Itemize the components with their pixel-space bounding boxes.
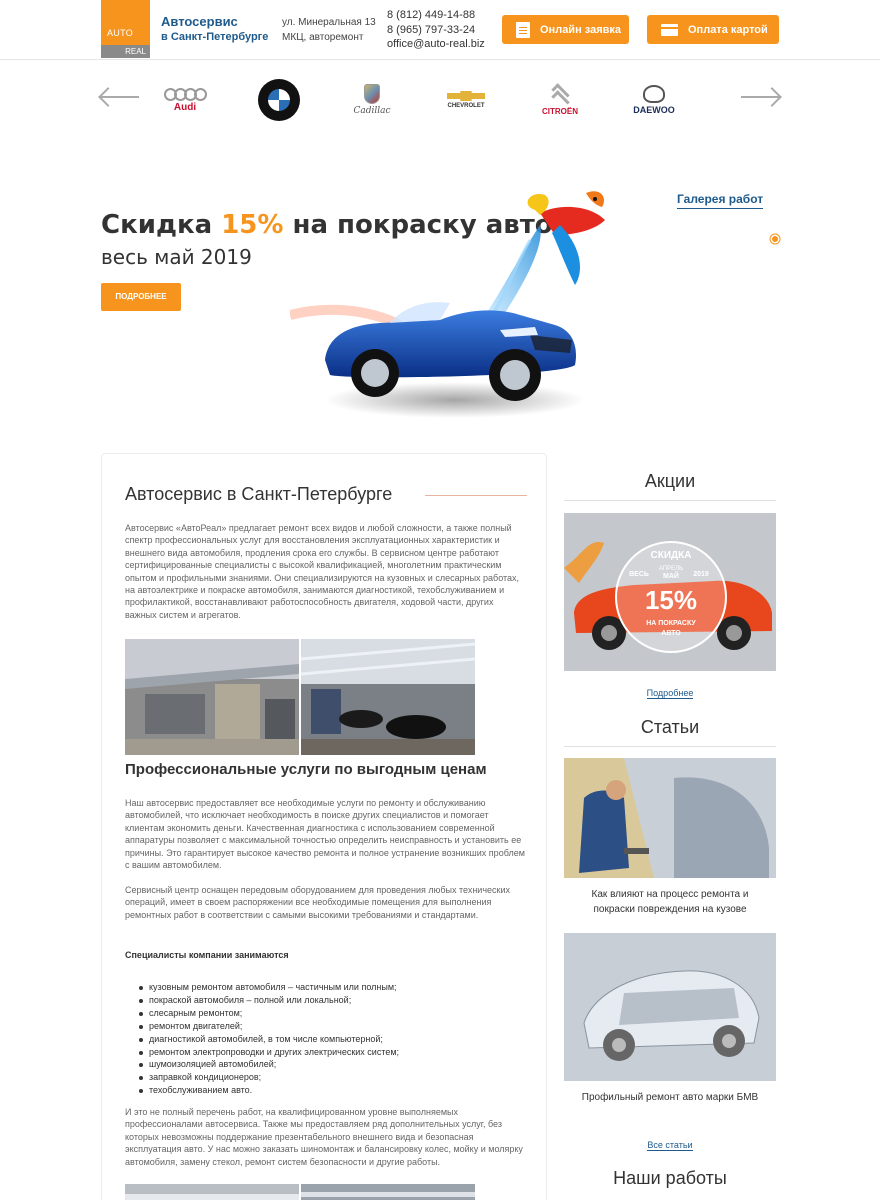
- bmw-roundel-icon: [258, 79, 300, 121]
- list-item: слесарным ремонтом;: [125, 1007, 525, 1020]
- main-article: Автосервис в Санкт-Петербурге Автосервис…: [101, 453, 547, 1200]
- promo-badge-skidka: СКИДКА: [651, 550, 692, 561]
- list-item: ремонтом двигателей;: [125, 1020, 525, 1033]
- workshop-photo-1[interactable]: [125, 639, 299, 755]
- hero-more-button[interactable]: ПОДРОБНЕЕ: [101, 283, 181, 311]
- painter-image: [564, 758, 776, 878]
- services-paragraph: Наш автосервис предоставляет все необход…: [125, 798, 525, 871]
- cadillac-crest-icon: [364, 84, 380, 104]
- workshop-photo-3[interactable]: [125, 1184, 299, 1200]
- brand-line-2: в Санкт-Петербурге: [161, 31, 269, 43]
- article-image-2[interactable]: [564, 933, 776, 1081]
- workshop-photo-2[interactable]: [301, 639, 475, 755]
- daewoo-label: DAEWOO: [633, 105, 675, 115]
- promotions-heading: Акции: [644, 471, 696, 491]
- online-request-label: Онлайн заявка: [540, 23, 622, 36]
- list-item: кузовным ремонтом автомобиля – частичным…: [125, 981, 525, 994]
- list-item: шумоизоляцией автомобилей;: [125, 1058, 525, 1071]
- promo-car-image: СКИДКА ВЕСЬ АПРЕЛЬ МАЙ 2019 15% НА ПОКРА…: [564, 513, 776, 671]
- document-icon: [516, 21, 530, 38]
- brand-logo-cadillac[interactable]: Cadillac: [348, 78, 396, 122]
- pay-by-card-button[interactable]: Оплата картой: [647, 15, 779, 44]
- promo-badge-percent: 15%: [645, 585, 697, 615]
- promo-more-link[interactable]: Подробнее: [564, 688, 776, 699]
- online-request-button[interactable]: Онлайн заявка: [502, 15, 629, 44]
- brand-line-1: Автосервис: [161, 14, 238, 29]
- section-heading-services: Профессиональные услуги по выгодным цена…: [125, 761, 487, 778]
- promo-badge-na-pokrasku: НА ПОКРАСКУ: [646, 620, 696, 627]
- articles-heading: Статьи: [640, 717, 700, 737]
- address-line-1: ул. Минеральная 13: [282, 17, 376, 28]
- our-works-heading: Наши работы: [613, 1168, 727, 1188]
- list-item: заправкой кондиционеров;: [125, 1071, 525, 1084]
- list-item: покраской автомобиля – полной или локаль…: [125, 994, 525, 1007]
- promo-badge-avto: АВТО: [661, 630, 681, 637]
- phone-1[interactable]: 8 (812) 449-14-88: [387, 8, 485, 23]
- additional-services-paragraph: И это не полный перечень работ, на квали…: [125, 1107, 523, 1167]
- pay-by-card-label: Оплата картой: [688, 23, 768, 36]
- article-image-1[interactable]: [564, 758, 776, 878]
- list-item: диагностикой автомобилей, в том числе ко…: [125, 1033, 525, 1046]
- title-divider: [425, 495, 527, 496]
- address-line-2: МКЦ, авторемонт: [282, 32, 364, 43]
- promo-banner[interactable]: СКИДКА ВЕСЬ АПРЕЛЬ МАЙ 2019 15% НА ПОКРА…: [564, 513, 776, 671]
- email-link[interactable]: office@auto-real.biz: [387, 37, 485, 52]
- brand-logo-daewoo[interactable]: DAEWOO: [631, 78, 677, 122]
- audi-rings-icon: [163, 87, 207, 101]
- chevrolet-bowtie-icon: [447, 91, 485, 101]
- brand-logo-citroen[interactable]: CITROËN: [537, 78, 583, 122]
- gallery-link[interactable]: Галерея работ: [677, 192, 764, 209]
- list-item: техобслуживанием авто.: [125, 1084, 525, 1097]
- address: ул. Минеральная 13 МКЦ, авторемонт: [282, 15, 376, 45]
- articles-divider: [564, 746, 776, 747]
- promo-badge-aprel: АПРЕЛЬ: [659, 566, 683, 572]
- promotions-divider: [564, 500, 776, 501]
- brand-logo-chevrolet[interactable]: CHEVROLET: [444, 78, 488, 122]
- hero-discount: 15%: [221, 210, 284, 240]
- contacts: 8 (812) 449-14-88 8 (965) 797-33-24 offi…: [387, 8, 485, 52]
- hero-subtitle: весь май 2019: [101, 245, 252, 269]
- citroen-label: CITROËN: [542, 106, 578, 116]
- article-title-2[interactable]: Профильный ремонт авто марки БМВ: [574, 1090, 766, 1105]
- promo-more-label: Подробнее: [646, 688, 694, 699]
- citroen-chevrons-icon: [549, 85, 571, 105]
- brand-logo-audi[interactable]: Audi: [163, 78, 207, 122]
- all-articles-link[interactable]: Все статьи: [564, 1140, 776, 1151]
- site-header: AUTO REAL Автосервис в Санкт-Петербурге …: [0, 0, 880, 60]
- workshop-photo-4[interactable]: [301, 1184, 475, 1200]
- site-logo[interactable]: AUTO REAL: [101, 0, 150, 58]
- chevrolet-label: CHEVROLET: [447, 103, 485, 109]
- promo-badge-mai: МАЙ: [663, 571, 679, 580]
- page-title: Автосервис в Санкт-Петербурге: [125, 484, 393, 504]
- brand-logo-bmw[interactable]: [257, 78, 301, 122]
- hero-car-parrot-image: [290, 191, 605, 418]
- brand-name[interactable]: Автосервис в Санкт-Петербурге: [161, 14, 268, 43]
- audi-label: Audi: [173, 101, 197, 113]
- list-item: ремонтом электропроводки и других электр…: [125, 1046, 525, 1059]
- services-list: кузовным ремонтом автомобиля – частичным…: [125, 981, 525, 1097]
- brand-carousel: Audi Cadillac CHEVROLET CITROËN DAEWOO: [0, 60, 880, 140]
- intro-paragraph: Автосервис «АвтоРеал» предлагает ремонт …: [125, 523, 520, 620]
- promo-badge-ves: ВЕСЬ: [629, 571, 649, 578]
- cadillac-label: Cadillac: [353, 106, 391, 116]
- phone-2[interactable]: 8 (965) 797-33-24: [387, 23, 485, 38]
- slider-dot[interactable]: [772, 236, 778, 242]
- article-title-1[interactable]: Как влияют на процесс ремонта и покраски…: [574, 887, 766, 917]
- specialists-heading: Специалисты компании занимаются: [125, 950, 289, 960]
- equipment-paragraph: Сервисный центр оснащен передовым оборуд…: [125, 885, 510, 920]
- all-articles-label: Все статьи: [647, 1140, 693, 1151]
- logo-text-bottom: REAL: [101, 45, 150, 58]
- carousel-next-arrow-icon[interactable]: [741, 96, 779, 98]
- carousel-prev-arrow-icon[interactable]: [101, 96, 139, 98]
- credit-card-icon: [661, 23, 678, 36]
- promo-badge-year: 2019: [693, 571, 709, 578]
- daewoo-emblem-icon: [643, 85, 665, 103]
- logo-text-top: AUTO: [107, 28, 134, 38]
- hero-banner: Скидка 15% на покраску авто весь май 201…: [0, 140, 880, 450]
- car-chassis-image: [564, 933, 776, 1081]
